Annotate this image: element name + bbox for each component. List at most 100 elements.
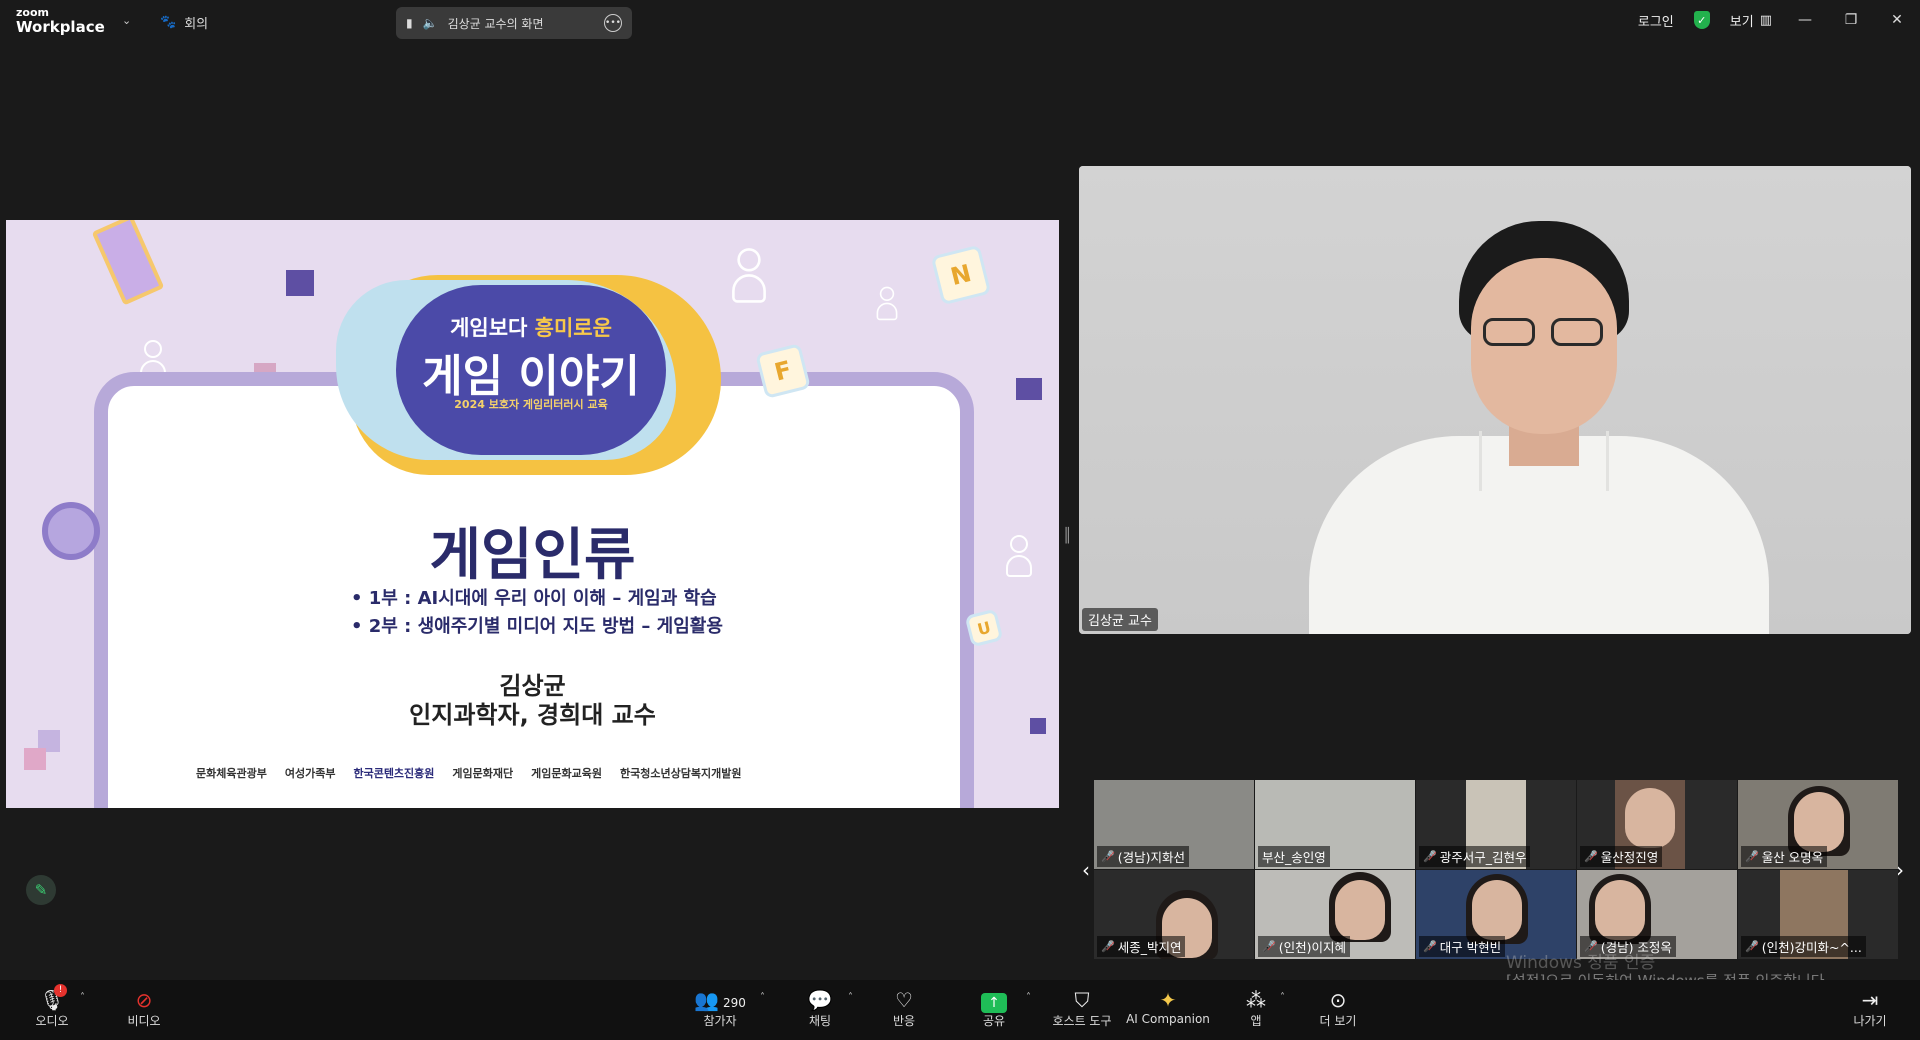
sponsor-logo: 한국청소년상담복지개발원 — [620, 767, 742, 780]
reactions-label: 반응 — [892, 1014, 916, 1028]
video-subject — [1472, 880, 1522, 940]
participant-label: 🎤̸ (인천)이지혜 — [1258, 936, 1350, 957]
participant-name: 세종_박지연 — [1117, 940, 1182, 955]
view-label: 보기 — [1729, 14, 1754, 30]
share-screen-icon: ↑ — [954, 988, 1034, 1013]
speaker-icon: 🔈 — [422, 16, 438, 30]
participant-tile[interactable]: 🎤̸ (인천)강미화~^... — [1738, 870, 1898, 959]
video-subject — [1625, 788, 1675, 848]
logo-line-1: zoom — [16, 6, 49, 19]
slide-subtitle-highlight: 흥미로운 — [534, 316, 612, 340]
ai-companion-button[interactable]: ✦ AI Companion — [1124, 988, 1212, 1026]
participant-label: 🎤̸ 울산 오명옥 — [1741, 846, 1828, 867]
top-right-controls: 로그인 ✓ 보기 ▥ — ❐ ✕ — [1628, 0, 1920, 40]
video-button[interactable]: ⊘ 비디오 — [104, 988, 184, 1029]
muted-mic-icon: 🎤̸ — [1745, 850, 1759, 863]
resize-handle[interactable]: ║ — [1063, 528, 1071, 544]
speaker-name-label: 김상균 교수 — [1082, 608, 1158, 631]
slide-heading: 게임인류 — [429, 523, 636, 588]
participants-count: 290 — [723, 996, 746, 1010]
chevron-up-icon[interactable]: ˄ — [1026, 992, 1031, 1003]
zoom-logo[interactable]: zoom Workplace — [16, 7, 106, 37]
shared-screen[interactable]: 게임보다 흥미로운 게임 이야기 2024 보호자 게임리터러시 교육 N F … — [6, 220, 1059, 808]
decor-square — [1016, 378, 1042, 400]
decor-square — [286, 270, 314, 296]
heart-icon: ♡ — [895, 988, 913, 1012]
login-link[interactable]: 로그인 — [1638, 11, 1674, 30]
host-tools-button[interactable]: ⛉ 호스트 도구 — [1042, 988, 1122, 1029]
slide-subtitle-prefix: 게임보다 — [450, 316, 535, 340]
more-icon[interactable]: ••• — [604, 14, 622, 32]
reactions-button[interactable]: ♡ 반응 — [864, 988, 944, 1029]
close-button[interactable]: ✕ — [1874, 12, 1920, 28]
bullet-item: • 2부 : 생애주기별 미디어 지도 방법 – 게임활용 — [351, 616, 723, 637]
leave-button[interactable]: ⇥ 나가기 — [1830, 988, 1910, 1029]
sponsor-logo: 한국콘텐츠진흥원 — [353, 767, 435, 780]
decor-square — [24, 748, 46, 770]
sparkle-icon: ✦ — [1159, 988, 1177, 1012]
screen-share-indicator[interactable]: ▮ 🔈 김상균 교수의 화면 ••• — [396, 7, 632, 39]
participant-name: (경남)지화선 — [1117, 850, 1185, 865]
host-tools-label: 호스트 도구 — [1052, 1014, 1112, 1028]
title-bar: zoom Workplace ⌄ 🐾 회의 ▮ 🔈 김상균 교수의 화면 •••… — [0, 0, 1920, 44]
chevron-up-icon[interactable]: ˄ — [760, 992, 765, 1003]
minimize-button[interactable]: — — [1782, 12, 1828, 28]
participant-label: 🎤̸ 세종_박지연 — [1097, 936, 1186, 957]
chevron-up-icon[interactable]: ˄ — [80, 992, 85, 1003]
annotate-pen-icon[interactable]: ✎ — [26, 875, 56, 905]
participant-label: 🎤̸ (인천)강미화~^... — [1741, 936, 1866, 957]
person-outline-icon — [732, 248, 766, 308]
participant-tile[interactable]: 🎤̸ 울산정진영 — [1577, 780, 1737, 869]
restore-button[interactable]: ❐ — [1828, 12, 1874, 28]
chat-label: 채팅 — [808, 1014, 832, 1028]
gallery-prev-icon[interactable]: ‹ — [1082, 858, 1090, 882]
slide-bullets: • 1부 : AI시대에 우리 아이 이해 – 게임과 학습 • 2부 : 생애… — [351, 585, 723, 641]
participants-label: 참가자 — [703, 1014, 737, 1028]
shield-icon: ⛉ — [1074, 988, 1090, 1012]
participant-tile[interactable]: 🎤̸ (경남) 조정옥 — [1577, 870, 1737, 959]
view-menu[interactable]: 보기 ▥ — [1730, 11, 1772, 30]
participant-name: (인천)강미화~^... — [1761, 940, 1862, 955]
share-pill-text: 김상균 교수의 화면 — [447, 16, 544, 31]
participant-name: 대구 박현빈 — [1439, 940, 1502, 955]
meeting-menu-label: 회의 — [184, 16, 209, 32]
ai-companion-label: AI Companion — [1126, 1012, 1210, 1026]
meeting-menu[interactable]: 🐾 회의 — [160, 12, 208, 32]
alert-badge: ! — [54, 984, 67, 997]
sponsor-logos: 문화체육관광부 여성가족부 한국콘텐츠진흥원 게임문화재단 게임문화교육원 한국… — [196, 765, 896, 781]
share-button[interactable]: ↑ 공유 — [954, 988, 1034, 1029]
cursor-icon: ▮ — [406, 16, 413, 30]
chevron-up-icon[interactable]: ˄ — [848, 992, 853, 1003]
participants-button[interactable]: 👥 290 참가자 — [670, 988, 770, 1029]
participant-label: 🎤̸ (경남)지화선 — [1097, 846, 1189, 867]
presenter-name: 김상균 — [499, 672, 566, 700]
participant-name: (인천)이지혜 — [1278, 940, 1346, 955]
apps-label: 앱 — [1250, 1014, 1262, 1028]
audio-label: 오디오 — [35, 1014, 69, 1028]
chevron-down-icon[interactable]: ⌄ — [122, 14, 131, 27]
letter-tile-u: U — [964, 608, 1004, 648]
chevron-up-icon[interactable]: ˄ — [1280, 992, 1285, 1003]
muted-mic-icon: 🎤̸ — [1101, 850, 1115, 863]
muted-mic-icon: 🎤̸ — [1423, 850, 1437, 863]
video-subject — [1595, 880, 1645, 940]
more-button[interactable]: ⊙ 더 보기 — [1298, 988, 1378, 1029]
slide-main-title: 게임 이야기 — [422, 351, 640, 402]
muted-mic-icon: 🎤̸ — [1423, 940, 1437, 953]
participant-label: 🎤̸ 대구 박현빈 — [1419, 936, 1506, 957]
slide-caption: 2024 보호자 게임리터러시 교육 — [454, 398, 608, 411]
participant-tile[interactable]: 부산_송인영 — [1255, 780, 1415, 869]
participant-tile[interactable]: 🎤̸ 울산 오명옥 — [1738, 780, 1898, 869]
person-outline-icon — [876, 286, 898, 324]
sponsor-logo: 여성가족부 — [284, 767, 336, 780]
participant-tile[interactable]: 🎤̸ 광주서구_김현우 — [1416, 780, 1576, 869]
participant-tile[interactable]: 🎤̸ 대구 박현빈 — [1416, 870, 1576, 959]
participant-tile[interactable]: 🎤̸ (경남)지화선 — [1094, 780, 1254, 869]
participant-name: 광주서구_김현우 — [1439, 850, 1527, 865]
participant-tile[interactable]: 🎤̸ (인천)이지혜 — [1255, 870, 1415, 959]
participant-tile[interactable]: 🎤̸ 세종_박지연 — [1094, 870, 1254, 959]
active-speaker-video[interactable]: 김상균 교수 — [1079, 166, 1911, 634]
security-shield-icon[interactable]: ✓ — [1693, 11, 1710, 29]
sponsor-logo: 문화체육관광부 — [196, 767, 267, 780]
muted-mic-icon: 🎤̸ — [1101, 940, 1115, 953]
